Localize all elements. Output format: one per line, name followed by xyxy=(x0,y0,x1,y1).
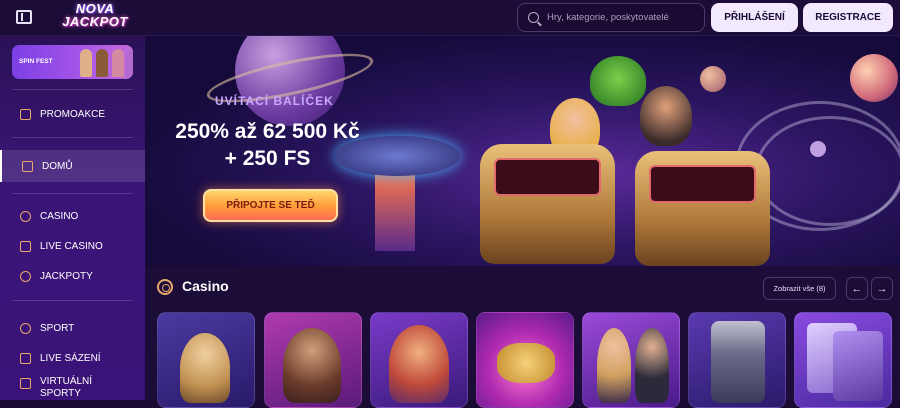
sidebar-item-casino[interactable]: CASINO xyxy=(0,202,145,230)
game-thumbnail xyxy=(597,328,631,403)
sidebar-item-live-casino[interactable]: LIVE CASINO xyxy=(0,232,145,260)
sidebar-item-label: LIVE CASINO xyxy=(40,240,103,252)
ball-icon xyxy=(20,322,31,334)
section-title: Casino xyxy=(182,278,229,294)
sidebar-toggle-icon[interactable] xyxy=(16,10,32,24)
search-box[interactable] xyxy=(517,3,705,32)
show-all-button[interactable]: Zobrazit vše (8) xyxy=(763,277,836,300)
game-tile[interactable] xyxy=(794,312,892,408)
bumper-cart-image xyxy=(635,151,770,266)
chip-icon xyxy=(20,210,31,222)
sidebar-item-domu[interactable]: DOMŮ xyxy=(0,150,145,182)
join-now-button[interactable]: PŘIPOJTE SE TEĎ xyxy=(203,189,338,222)
game-thumbnail xyxy=(389,325,449,403)
hero-title: 250% až 62 500 Kč + 250 FS xyxy=(145,118,390,172)
sidebar-item-label: DOMŮ xyxy=(42,160,73,172)
sidebar-item-label: SPORT xyxy=(40,322,75,334)
sidebar: SPIN FEST PROMOAKCE DOMŮ CASINO LIVE CAS… xyxy=(0,36,145,400)
sidebar-item-label: PROMOAKCE xyxy=(40,108,106,120)
character-alien-image xyxy=(590,56,646,106)
search-input[interactable] xyxy=(547,12,697,23)
prev-arrow-button[interactable]: ← xyxy=(846,277,868,300)
hero-banner[interactable]: UVÍTACÍ BALÍČEK 250% až 62 500 Kč + 250 … xyxy=(145,36,900,266)
game-tile[interactable] xyxy=(688,312,786,408)
sidebar-item-label-line1: VIRTUÁLNÍ xyxy=(40,376,93,387)
top-bar: NOVA JACKPOT PŘIHLÁŠENÍ REGISTRACE xyxy=(0,0,900,36)
rollercoaster-image xyxy=(755,116,900,226)
search-icon xyxy=(528,12,539,23)
hero-title-line2: + 250 FS xyxy=(224,147,311,170)
live-icon xyxy=(20,352,31,364)
game-carousel xyxy=(145,308,900,408)
planet-image xyxy=(700,66,726,92)
sidebar-item-promoakce[interactable]: PROMOAKCE xyxy=(0,100,145,128)
ufo-tower-image xyxy=(375,171,415,251)
divider xyxy=(12,300,133,301)
chip-icon xyxy=(157,279,173,295)
logo-line-2: JACKPOT xyxy=(62,14,128,29)
game-thumbnail xyxy=(497,343,555,383)
promo-figure xyxy=(96,49,108,77)
cart-screen xyxy=(494,158,601,196)
game-thumbnail xyxy=(635,328,669,403)
game-thumbnail xyxy=(283,328,341,403)
game-tile[interactable] xyxy=(264,312,362,408)
logo[interactable]: NOVA JACKPOT xyxy=(52,2,138,34)
sidebar-item-virtualni-sporty[interactable]: VIRTUÁLNÍ SPORTY xyxy=(0,372,145,402)
game-thumbnail xyxy=(711,321,765,403)
home-icon xyxy=(22,160,33,172)
sidebar-item-label: JACKPOTY xyxy=(40,270,93,282)
promo-figure xyxy=(80,49,92,77)
planet-image xyxy=(850,54,898,102)
promo-card-label: SPIN FEST xyxy=(19,58,53,65)
sidebar-item-label-line2: SPORTY xyxy=(40,388,81,399)
sidebar-item-label: LIVE SÁZENÍ xyxy=(40,352,101,364)
spade-icon xyxy=(20,240,31,252)
hero-title-line1: 250% až 62 500 Kč xyxy=(175,120,360,143)
gift-icon xyxy=(20,108,31,120)
game-thumbnail xyxy=(180,333,230,403)
promo-card-spin-fest[interactable]: SPIN FEST xyxy=(12,45,133,79)
casino-section-header: Casino Zobrazit vše (8) ← → xyxy=(145,266,900,308)
game-thumbnail xyxy=(833,331,883,401)
login-button[interactable]: PŘIHLÁŠENÍ xyxy=(711,3,798,32)
cart-screen xyxy=(649,165,756,203)
character-man-image xyxy=(640,86,692,146)
game-tile[interactable] xyxy=(370,312,468,408)
virtual-icon xyxy=(20,378,31,389)
register-button[interactable]: REGISTRACE xyxy=(803,3,893,32)
divider xyxy=(12,193,133,194)
sidebar-item-live-sazeni[interactable]: LIVE SÁZENÍ xyxy=(0,344,145,372)
game-tile[interactable] xyxy=(582,312,680,408)
next-arrow-button[interactable]: → xyxy=(871,277,893,300)
sidebar-item-label: VIRTUÁLNÍ SPORTY xyxy=(40,376,92,400)
promo-figure xyxy=(112,49,124,77)
promo-figure xyxy=(126,49,133,77)
sidebar-item-jackpoty[interactable]: JACKPOTY xyxy=(0,262,145,290)
divider xyxy=(12,137,133,138)
seven-icon xyxy=(20,270,31,282)
game-tile[interactable] xyxy=(157,312,255,408)
sidebar-item-sport[interactable]: SPORT xyxy=(0,314,145,342)
hero-subtitle: UVÍTACÍ BALÍČEK xyxy=(215,94,334,108)
game-tile[interactable] xyxy=(476,312,574,408)
sidebar-item-label: CASINO xyxy=(40,210,79,222)
divider xyxy=(12,89,133,90)
bumper-cart-image xyxy=(480,144,615,264)
